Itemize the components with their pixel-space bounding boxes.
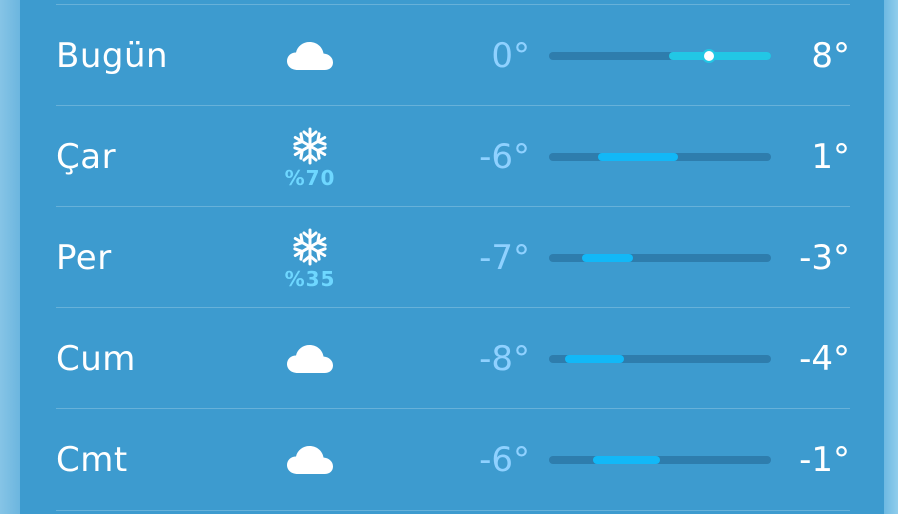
low-temperature: 0° [491, 35, 530, 76]
high-temperature: 8° [811, 35, 850, 76]
current-temperature-dot [703, 50, 714, 61]
low-temperature: -7° [479, 237, 530, 278]
temperature-range-fill [582, 253, 634, 262]
precipitation-chance: %35 [284, 266, 336, 291]
daily-forecast-panel: Bugün 0° 8° Çar %70 -6° 1° Per %35 -7° -3° Cum -8° -4… [20, 0, 884, 514]
temperature-range-bar [549, 354, 771, 363]
forecast-row[interactable]: Bugün 0° 8° [20, 5, 884, 106]
high-temperature: -4° [799, 338, 850, 379]
day-label: Cum [56, 338, 136, 379]
row-divider [56, 510, 850, 511]
day-label: Per [56, 237, 112, 278]
temperature-range-fill [593, 455, 660, 464]
low-temperature: -6° [479, 439, 530, 480]
snowflake-icon [290, 126, 330, 166]
precipitation-chance: %70 [284, 165, 336, 190]
day-label: Bugün [56, 35, 169, 76]
cloud-icon [286, 40, 334, 72]
condition: %35 [270, 207, 350, 308]
condition [270, 5, 350, 106]
temperature-range-bar [549, 253, 771, 262]
temperature-range-fill [564, 354, 625, 363]
condition: %70 [270, 106, 350, 207]
day-label: Çar [56, 136, 117, 177]
snowflake-icon [290, 227, 330, 267]
forecast-row[interactable]: Çar %70 -6° 1° [20, 106, 884, 207]
low-temperature: -6° [479, 136, 530, 177]
cloud-icon [286, 343, 334, 375]
high-temperature: 1° [811, 136, 850, 177]
forecast-row[interactable]: Cum -8° -4° [20, 308, 884, 409]
condition [270, 409, 350, 510]
forecast-row[interactable]: Per %35 -7° -3° [20, 207, 884, 308]
low-temperature: -8° [479, 338, 530, 379]
forecast-row[interactable]: Cmt -6° -1° [20, 409, 884, 510]
temperature-range-fill [597, 152, 678, 161]
high-temperature: -3° [799, 237, 850, 278]
temperature-range-bar [549, 152, 771, 161]
day-label: Cmt [56, 439, 128, 480]
condition [270, 308, 350, 409]
temperature-range-bar [549, 50, 771, 61]
temperature-range-fill [668, 51, 771, 60]
high-temperature: -1° [799, 439, 850, 480]
temperature-range-bar [549, 455, 771, 464]
cloud-icon [286, 444, 334, 476]
